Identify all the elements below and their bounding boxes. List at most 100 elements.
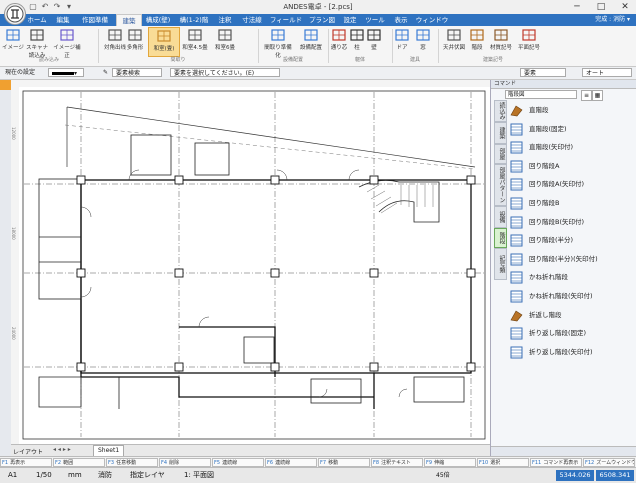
tab-annotation[interactable]: 注釈 [214, 14, 236, 26]
drawing-canvas[interactable] [19, 87, 490, 444]
ribbon-button-tatami-4-5[interactable]: 和室4.5畳 [181, 27, 209, 55]
ribbon-button-door[interactable]: ドア [394, 27, 410, 55]
line-style-dropdown[interactable]: ▾ [48, 68, 84, 77]
function-key-label: 連続線 [275, 460, 291, 466]
tab-home[interactable]: ホーム [24, 14, 50, 26]
tab-tools[interactable]: ツール [362, 14, 388, 26]
minimize-button[interactable]: ─ [566, 0, 588, 14]
redo-icon[interactable]: ↷ [52, 2, 62, 12]
stair-command-item[interactable]: かね折れ階段(矢印付) [509, 289, 635, 304]
ribbon-button-wall[interactable]: 壁 [366, 27, 382, 55]
panel-tab-1[interactable]: 建築 [494, 122, 507, 144]
stair-command-item[interactable]: 回り階段B(矢印付) [509, 215, 635, 230]
selection-type-dropdown[interactable]: 要素 [520, 68, 566, 77]
tab-drawing-prep[interactable]: 作図準備 [76, 14, 114, 26]
stair-command-item[interactable]: 直階段(矢印付) [509, 140, 635, 155]
function-key-f10[interactable]: F10 選択 [477, 458, 529, 467]
ribbon-button-plan-symbol[interactable]: 平面記号 [516, 27, 542, 55]
status-scale[interactable]: 1/50 [36, 468, 52, 483]
ribbon-button-tatami-6[interactable]: 和室6畳 [212, 27, 238, 55]
pen-icon[interactable]: ✎ [100, 68, 108, 77]
ribbon-button-window[interactable]: 窓 [414, 27, 432, 55]
equipment-icon [304, 28, 318, 42]
ribbon-button-ceiling-plan[interactable]: 天井伏図 [442, 27, 466, 55]
status-view[interactable]: 1: 平面図 [184, 468, 214, 483]
tab-structure-floor[interactable]: 構(1-2)階 [176, 14, 212, 26]
status-unit[interactable]: mm [68, 468, 82, 483]
grid-view-icon[interactable]: ▦ [592, 90, 603, 101]
tab-edit[interactable]: 編集 [52, 14, 74, 26]
function-key-f4[interactable]: F4 削除 [159, 458, 211, 467]
function-key-code: F4 [161, 460, 168, 466]
function-key-f9[interactable]: F9 伸縮 [424, 458, 476, 467]
function-key-f12[interactable]: F12 ズームウィンドウ [583, 458, 635, 467]
panel-tab-6[interactable]: 記号類 [494, 248, 507, 280]
function-key-f3[interactable]: F3 任意移動 [106, 458, 158, 467]
layer-marker-icon[interactable] [0, 80, 11, 90]
panel-tab-3[interactable]: 部屋パターン [494, 164, 507, 206]
stair-command-item[interactable]: 回り階段B [509, 196, 635, 211]
tab-plan[interactable]: プラン図 [306, 14, 338, 26]
stair-command-item[interactable]: かね折れ階段 [509, 270, 635, 285]
status-paper-size[interactable]: A1 [8, 468, 17, 483]
tab-field[interactable]: フィールド [268, 14, 304, 26]
function-key-code: F5 [214, 460, 221, 466]
panel-tab-5[interactable]: 階段 [494, 228, 507, 248]
ribbon-button-scanner[interactable]: スキャナ読込み [24, 27, 50, 59]
stair-command-item[interactable]: 回り階段A [509, 159, 635, 174]
quick-access-dropdown-icon[interactable]: ▾ [64, 2, 74, 12]
ribbon-button-pillar[interactable]: 柱 [350, 27, 364, 55]
panel-tab-0[interactable]: 読込み [494, 100, 507, 122]
function-key-f6[interactable]: F6 連続線 [265, 458, 317, 467]
ribbon-button-image-adjust[interactable]: イメージ補正 [52, 27, 82, 59]
status-layer[interactable]: 指定レイヤ [130, 468, 165, 483]
stair-command-item[interactable]: 回り階段A(矢印付) [509, 177, 635, 192]
close-button[interactable]: ✕ [614, 0, 636, 14]
panel-tab-2[interactable]: 部屋 [494, 144, 507, 164]
function-key-f7[interactable]: F7 移動 [318, 458, 370, 467]
stairs-straight-fixed-icon [510, 123, 523, 136]
app-logo-icon[interactable] [4, 3, 26, 25]
stair-command-item[interactable]: 直階段 [509, 103, 635, 118]
stair-command-item[interactable]: 折り返し階段(固定) [509, 326, 635, 341]
function-key-f1[interactable]: F1 再表示 [0, 458, 52, 467]
undo-icon[interactable]: ↶ [40, 2, 50, 12]
command-category-dropdown[interactable]: 階段図 [505, 90, 577, 99]
function-key-f5[interactable]: F5 連続線 [212, 458, 264, 467]
stair-command-item[interactable]: 折り返し階段(矢印付) [509, 345, 635, 360]
tab-structure-wall[interactable]: 構成(壁) [142, 14, 174, 26]
snap-mode-dropdown[interactable]: オート [582, 68, 632, 77]
save-icon[interactable]: ▢ [28, 2, 38, 12]
ribbon-button-material-symbol[interactable]: 材質記号 [488, 27, 514, 55]
stair-command-item[interactable]: 回り階段(半分)(矢印付) [509, 252, 635, 267]
panel-tab-4[interactable]: 設備 [494, 206, 507, 228]
function-key-f11[interactable]: F11 コマンド再表示 [530, 458, 582, 467]
stair-command-item[interactable]: 折返し階段 [509, 308, 635, 323]
ribbon-button-polygon[interactable]: 多角形 [124, 27, 146, 55]
tab-settings[interactable]: 設定 [340, 14, 360, 26]
tab-view[interactable]: 表示 [390, 14, 412, 26]
stair-command-item[interactable]: 回り階段(半分) [509, 233, 635, 248]
stair-command-item[interactable]: 直階段(固定) [509, 122, 635, 137]
status-mode[interactable]: 消防 [98, 468, 112, 483]
function-key-code: F7 [320, 460, 327, 466]
tab-window[interactable]: ウィンドウ [414, 14, 450, 26]
tab-dimension[interactable]: 寸法線 [238, 14, 266, 26]
list-view-icon[interactable]: ≡ [581, 90, 592, 101]
ribbon-button-tatami-room[interactable]: 和室(畳) [148, 27, 180, 57]
sheet-nav-arrows[interactable]: ◂ ◂ ▸ ▸ [53, 446, 71, 453]
pillar-icon [350, 28, 364, 42]
element-search-button[interactable]: 要素検索 [112, 68, 162, 77]
function-key-f2[interactable]: F2 範囲 [53, 458, 105, 467]
layout-tab[interactable]: レイアウト [13, 447, 43, 456]
ribbon-button-image[interactable]: イメージ [2, 27, 24, 55]
ribbon-button-grid-line[interactable]: 通り芯 [330, 27, 348, 55]
function-key-code: F3 [108, 460, 115, 466]
ribbon-button-stairs[interactable]: 階段 [468, 27, 486, 55]
function-key-f8[interactable]: F8 注釈テキスト [371, 458, 423, 467]
ribbon-button-label: 多角形 [126, 45, 144, 51]
ribbon-button-equipment[interactable]: 設備配置 [296, 27, 326, 55]
maximize-button[interactable]: □ [590, 0, 612, 14]
profile-dropdown[interactable]: 完成 : 消防 ▾ [595, 14, 630, 26]
ribbon-button-layout[interactable]: 間取り準備化 [262, 27, 294, 59]
